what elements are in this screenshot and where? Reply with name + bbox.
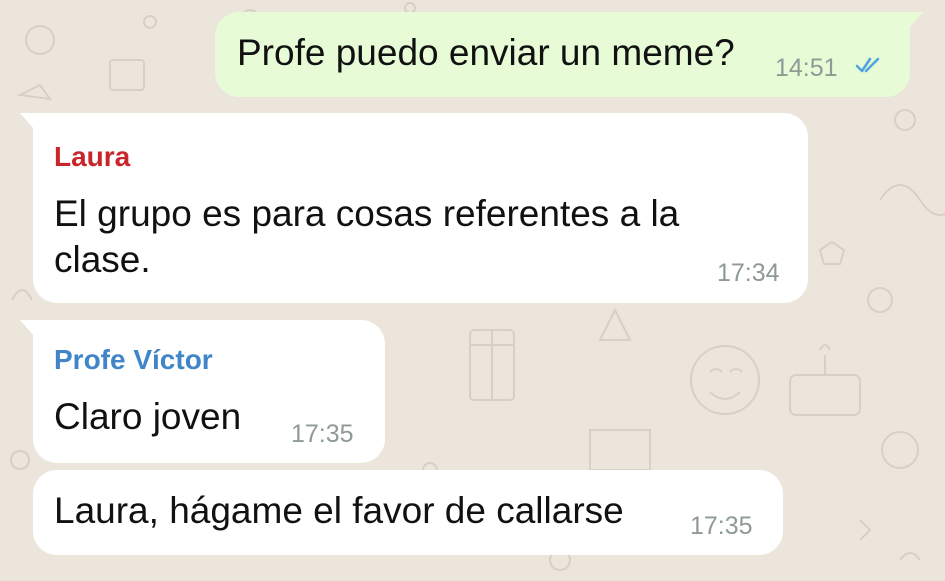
sender-name[interactable]: Laura	[54, 141, 130, 173]
message-timestamp: 17:35	[690, 512, 753, 540]
bubble-tail	[20, 113, 34, 129]
message-text-line: clase.	[54, 239, 151, 280]
double-check-read-icon	[855, 57, 880, 73]
message-text: Profe puedo enviar un meme?	[237, 32, 735, 73]
message-timestamp: 17:35	[291, 420, 354, 448]
bubble-tail	[20, 320, 34, 336]
message-bubble-incoming[interactable]: Laura El grupo es para cosas referentes …	[20, 113, 808, 303]
message-bubble-incoming[interactable]: Laura, hágame el favor de callarse 17:35	[33, 470, 783, 555]
message-text: Claro joven	[54, 396, 242, 437]
message-timestamp: 14:51	[775, 54, 838, 82]
message-timestamp: 17:34	[717, 259, 780, 287]
message-bubble-outgoing[interactable]: Profe puedo enviar un meme? 14:51	[215, 12, 923, 97]
sender-name[interactable]: Profe Víctor	[54, 344, 213, 376]
bubble-tail	[909, 12, 923, 28]
message-bubble-incoming[interactable]: Profe Víctor Claro joven 17:35	[20, 320, 385, 463]
message-text: Laura, hágame el favor de callarse	[54, 490, 624, 531]
message-text-line: El grupo es para cosas referentes a la	[54, 193, 680, 234]
